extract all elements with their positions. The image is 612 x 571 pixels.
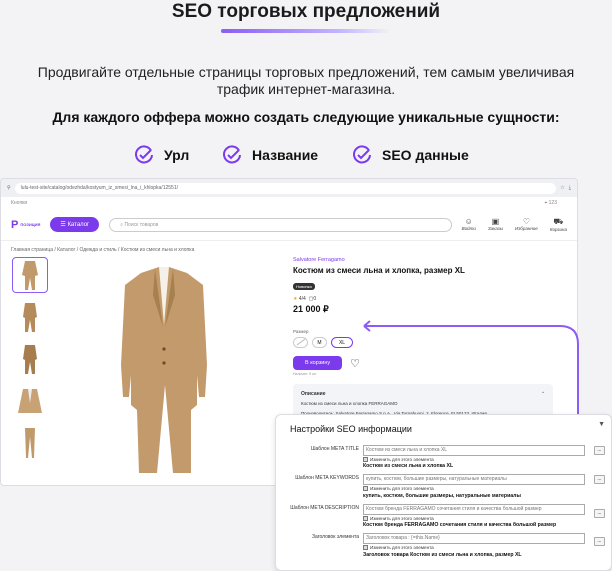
nav-label: Корзина <box>549 227 567 232</box>
checkbox[interactable] <box>363 545 368 550</box>
address-bar: ⚲ lulu-test-site/catalog/odezhda/kostyum… <box>1 179 577 197</box>
meta-description-label: Шаблон META DESCRIPTION <box>290 505 359 511</box>
page-title: SEO торговых предложений <box>171 1 441 22</box>
seo-settings-panel: Настройки SEO информации ▼ Шаблон META TI… <box>275 414 612 571</box>
description-title: Описание <box>301 391 326 397</box>
element-heading-menu-button[interactable]: ... <box>594 537 605 546</box>
thumbnail-list <box>12 257 50 467</box>
catalog-button[interactable]: ☰ Каталог <box>50 217 100 232</box>
meta-keywords-result: купить, костюм, большие размеры, натурал… <box>363 493 521 499</box>
nav-orders[interactable]: ▣ Заказы <box>488 217 503 232</box>
site-logo[interactable]: Р ПОЗИЦИЯ <box>11 219 40 231</box>
logo-sub: ПОЗИЦИЯ <box>20 222 41 227</box>
nav-cart[interactable]: ⛟ Корзина <box>550 217 567 232</box>
site-header: Р ПОЗИЦИЯ ☰ Каталог ⌕ Поиск товаров ☺ Войт… <box>1 209 577 241</box>
cart-icon: ⛟ <box>553 217 564 226</box>
element-heading-override[interactable]: Изменить для этого элемента <box>363 545 434 550</box>
meta-keywords-input[interactable]: купить, костюм, большие размеры, натурал… <box>363 474 585 485</box>
title-underline <box>221 29 391 33</box>
meta-description-input[interactable]: Костюм бренда FERRAGAMO сочетания стиля … <box>363 504 585 515</box>
search-input[interactable]: ⌕ Поиск товаров <box>109 217 452 232</box>
element-heading-result: Заголовок товара Костюм из смеси льна и … <box>363 552 522 558</box>
star-icon[interactable]: ☆ <box>560 185 564 191</box>
meta-title-result: Костюм из смеси льна и хлопка XL <box>363 463 454 469</box>
new-badge: Новинка <box>293 283 315 290</box>
size-option-unavailable[interactable] <box>293 337 308 348</box>
meta-title-menu-button[interactable]: ... <box>594 446 605 455</box>
size-option[interactable]: M <box>312 337 327 348</box>
meta-keywords-label: Шаблон META KEYWORDS <box>295 475 359 481</box>
bookmarks-label[interactable]: Кнопки <box>11 197 27 209</box>
reviews-count: 0 <box>313 296 317 302</box>
feature-label: Название <box>252 147 319 163</box>
thumbnail[interactable] <box>12 425 48 461</box>
entities-heading: Для каждого оффера можно создать следующ… <box>52 109 560 125</box>
nav-login[interactable]: ☺ Войти <box>462 217 476 232</box>
thumbnail[interactable] <box>12 341 48 377</box>
check-icon <box>353 145 371 164</box>
box-icon: ▣ <box>491 217 500 226</box>
bookmarks-bar: Кнопки ⌖ 123 <box>1 197 577 209</box>
meta-title-override[interactable]: Изменить для этого элемента <box>363 457 434 462</box>
thumbnail[interactable] <box>12 257 48 293</box>
rating: ★ 4/4 ▢0 <box>293 296 553 302</box>
nav-favorites[interactable]: ♡ Избранное <box>515 217 538 232</box>
catalog-label: Каталог <box>67 222 90 228</box>
checkbox-label: Изменить для этого элемента <box>370 486 434 491</box>
user-icon: ☺ <box>464 217 473 226</box>
nav-label: Войти <box>461 226 476 231</box>
product-brand[interactable]: Salvatore Ferragamo <box>293 257 553 263</box>
size-option-selected[interactable]: XL <box>331 337 353 348</box>
checkbox[interactable] <box>363 486 368 491</box>
feature-seo: SEO данные <box>352 145 469 165</box>
check-icon <box>223 145 241 164</box>
meta-description-result: Костюм бренда FERRAGAMO сочетания стиля … <box>363 522 557 528</box>
thumbnail[interactable] <box>12 383 48 419</box>
thumbnail[interactable] <box>12 299 48 335</box>
checkbox-label: Изменить для этого элемента <box>370 545 434 550</box>
search-placeholder: Поиск товаров <box>124 221 159 228</box>
checkbox[interactable] <box>363 457 368 462</box>
checkbox-label: Изменить для этого элемента <box>370 516 434 521</box>
element-heading-label: Заголовок элемента <box>311 534 359 540</box>
download-icon[interactable]: ⤓ <box>569 185 571 191</box>
chevron-down-icon[interactable]: ▼ <box>598 421 605 428</box>
meta-keywords-menu-button[interactable]: ... <box>594 475 605 484</box>
subtitle: Продвигайте отдельные страницы торговых … <box>37 64 575 97</box>
nav-label: Заказы <box>487 226 504 231</box>
checkbox[interactable] <box>363 516 368 521</box>
meta-keywords-override[interactable]: Изменить для этого элемента <box>363 486 434 491</box>
header-nav: ☺ Войти ▣ Заказы ♡ Избранное ⛟ Корзина <box>462 217 567 232</box>
connector-arrow <box>363 320 579 418</box>
product-image <box>121 267 207 473</box>
meta-description-menu-button[interactable]: ... <box>594 509 605 518</box>
add-to-cart-button[interactable]: В корзину <box>293 356 343 370</box>
lock-icon: ⚲ <box>7 185 11 191</box>
star-icon: ★ <box>293 296 298 302</box>
meta-description-override[interactable]: Изменить для этого элемента <box>363 516 434 521</box>
feature-label: Урл <box>164 147 190 163</box>
product-title: Костюм из смеси льна и хлопка, размер XL <box>293 266 465 275</box>
meta-title-label: Шаблон META TITLE <box>310 446 359 452</box>
feature-label: SEO данные <box>382 147 469 163</box>
logo-letter: Р <box>11 218 19 231</box>
url-field[interactable]: lulu-test-site/catalog/odezhda/kostyum_i… <box>14 182 557 194</box>
heart-icon: ♡ <box>522 217 531 226</box>
element-heading-input[interactable]: Заголовок товара : {=this.Name} <box>363 533 585 544</box>
checkbox-label: Изменить для этого элемента <box>370 457 434 462</box>
meta-title-input[interactable]: Костюм из смеси льна и хлопка XL <box>363 445 585 456</box>
search-icon: ⌕ <box>120 221 124 228</box>
seo-panel-title-text: Настройки SEO информации <box>290 424 412 434</box>
location-indicator[interactable]: ⌖ 123 <box>544 197 557 209</box>
location-value: 123 <box>548 200 557 206</box>
nav-label: Избранное <box>515 226 538 231</box>
seo-panel-title: Настройки SEO информации ▼ <box>276 415 611 437</box>
rating-value: 4/4 <box>298 296 306 302</box>
product-price: 21 000 ₽ <box>293 304 329 314</box>
heart-icon[interactable]: ♡ <box>350 357 360 370</box>
feature-name: Название <box>222 145 318 165</box>
feature-url: Урл <box>134 145 189 165</box>
check-icon <box>135 145 153 164</box>
